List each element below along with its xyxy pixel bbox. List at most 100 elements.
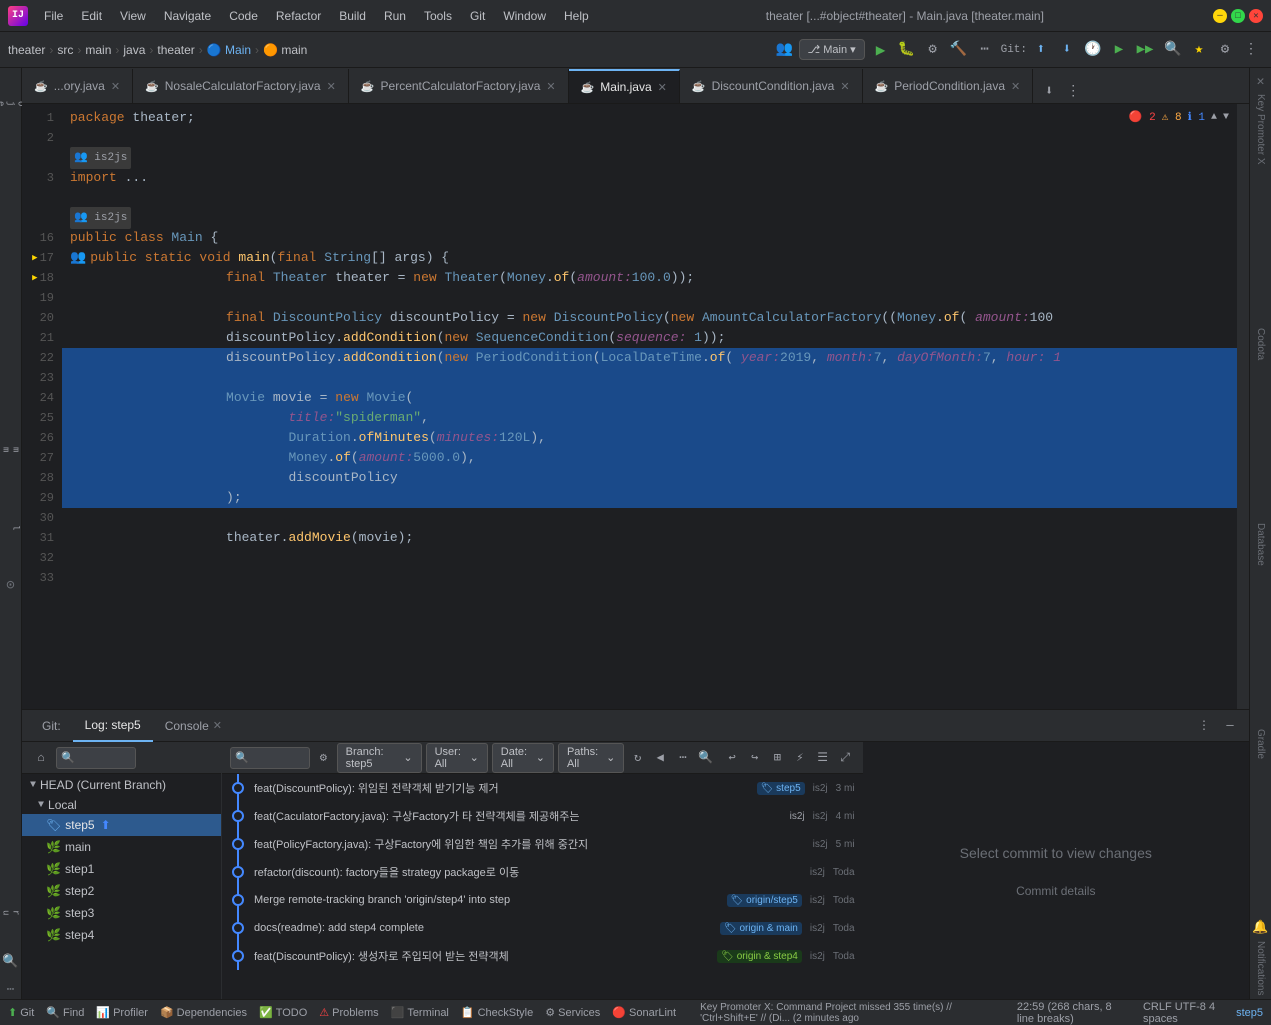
- menu-refactor[interactable]: Refactor: [268, 6, 329, 26]
- run-icon[interactable]: ▶: [869, 38, 893, 62]
- branch-step1[interactable]: 🌿 step1: [22, 858, 221, 880]
- commit-row-1[interactable]: feat(CaculatorFactory.java): 구상Factory가 …: [222, 802, 863, 830]
- user-filter[interactable]: User: All ⌄: [426, 743, 488, 773]
- console-close[interactable]: ✕: [213, 719, 222, 732]
- bottom-tab-log[interactable]: Log: step5: [73, 710, 153, 742]
- build-icon[interactable]: 🔨: [947, 38, 971, 62]
- tab-close-nosale[interactable]: ✕: [327, 80, 336, 93]
- breadcrumb-java[interactable]: java: [123, 43, 145, 57]
- keypromoter-close[interactable]: ✕: [1252, 72, 1270, 90]
- status-profiler[interactable]: 📊 Profiler: [96, 1006, 148, 1019]
- debug-icon[interactable]: 🐛: [895, 38, 919, 62]
- bottom-minimize-btn[interactable]: ─: [1219, 715, 1241, 737]
- status-cursor[interactable]: 22:59 (268 chars, 8 line breaks): [1017, 1001, 1131, 1025]
- git-search-input[interactable]: [56, 747, 136, 769]
- code-content[interactable]: 🔴 2 ⚠ 8 ℹ 1 ▲ ▼ package theater; �: [62, 104, 1237, 709]
- users-icon[interactable]: 👥: [773, 38, 797, 62]
- redo-btn[interactable]: ↪: [745, 747, 764, 769]
- branch-filter[interactable]: Branch: step5 ⌄: [337, 743, 422, 773]
- notifications-label[interactable]: Notifications: [1253, 937, 1268, 999]
- status-git[interactable]: ⬆ Git: [8, 1006, 34, 1019]
- menu-run[interactable]: Run: [376, 6, 414, 26]
- tab-main[interactable]: ☕ Main.java ✕: [569, 69, 680, 103]
- bookmark-icon[interactable]: ★: [1187, 38, 1211, 62]
- close-button[interactable]: ✕: [1249, 9, 1263, 23]
- scroll-down-btn[interactable]: ▼: [1223, 108, 1229, 128]
- status-sonar[interactable]: 🔴 SonarLint: [612, 1006, 676, 1019]
- keypromoter-label[interactable]: Key Promoter X: [1253, 90, 1268, 169]
- tab-scroll-down[interactable]: ⬇: [1037, 79, 1061, 103]
- head-branch-item[interactable]: ▼ HEAD (Current Branch): [22, 774, 221, 796]
- minimize-button[interactable]: ─: [1213, 9, 1227, 23]
- database-label[interactable]: Database: [1253, 519, 1268, 570]
- breadcrumb-theater[interactable]: theater: [8, 43, 45, 57]
- tab-close-period[interactable]: ✕: [1011, 80, 1020, 93]
- status-find[interactable]: 🔍 Find: [46, 1006, 84, 1019]
- git-options-btn[interactable]: ⚙: [314, 747, 333, 769]
- sidebar-search-icon[interactable]: 🔍: [1, 951, 21, 971]
- git-forward-icon[interactable]: ▶: [1107, 38, 1131, 62]
- menu-navigate[interactable]: Navigate: [156, 6, 219, 26]
- menu-window[interactable]: Window: [495, 6, 554, 26]
- refresh-btn[interactable]: ↻: [628, 747, 647, 769]
- commit-row-2[interactable]: feat(PolicyFactory.java): 구상Factory에 위임한…: [222, 830, 863, 858]
- git-next-icon[interactable]: ▶▶: [1133, 38, 1157, 62]
- tab-ory[interactable]: ☕ ...ory.java ✕: [22, 69, 133, 103]
- search-icon[interactable]: 🔍: [1161, 38, 1185, 62]
- breadcrumb-main[interactable]: main: [85, 43, 111, 57]
- commit-row-0[interactable]: feat(DiscountPolicy): 위임된 전략객체 받기기능 제거 🏷…: [222, 774, 863, 802]
- run-config-icon[interactable]: ⚙: [921, 38, 945, 62]
- undo-btn[interactable]: ↩: [723, 747, 742, 769]
- local-branch-item[interactable]: ▼ Local: [22, 796, 221, 814]
- menu-git[interactable]: Git: [462, 6, 493, 26]
- branch-main[interactable]: 🌿 main: [22, 836, 221, 858]
- paths-filter[interactable]: Paths: All ⌄: [558, 743, 624, 773]
- more-options-btn[interactable]: ⋯: [674, 747, 693, 769]
- sidebar-more-icon[interactable]: ⋯: [1, 979, 21, 999]
- scroll-up-btn[interactable]: ▲: [1211, 108, 1217, 128]
- branch-step4[interactable]: 🌿 step4: [22, 924, 221, 946]
- status-problems[interactable]: ⚠ Problems: [319, 1006, 378, 1019]
- sidebar-github-icon[interactable]: ⊙: [1, 576, 21, 596]
- tab-discount[interactable]: ☕ DiscountCondition.java ✕: [680, 69, 863, 103]
- codota-label[interactable]: Codota: [1253, 324, 1268, 364]
- git-home-btn[interactable]: ⌂: [30, 747, 52, 769]
- commit-row-5[interactable]: docs(readme): add step4 complete 🏷 origi…: [222, 914, 863, 942]
- status-todo[interactable]: ✅ TODO: [259, 1006, 307, 1019]
- status-services[interactable]: ⚙ Services: [545, 1006, 600, 1019]
- group-btn[interactable]: ☰: [813, 747, 832, 769]
- status-branch[interactable]: step5: [1236, 1007, 1263, 1019]
- bottom-more-btn[interactable]: ⋮: [1193, 715, 1215, 737]
- tab-close-ory[interactable]: ✕: [111, 80, 120, 93]
- search-commits-btn[interactable]: 🔍: [696, 747, 715, 769]
- code-editor[interactable]: 1 2 . 3 . . 16 ▶17 ▶18 19 20 21: [22, 104, 1249, 709]
- branch-step5[interactable]: 🏷 step5 ⬆: [22, 814, 221, 836]
- breadcrumb-mainmethod[interactable]: 🟠 main: [263, 43, 307, 57]
- tab-more[interactable]: ⋮: [1061, 79, 1085, 103]
- menu-build[interactable]: Build: [331, 6, 374, 26]
- status-encoding[interactable]: CRLF UTF-8 4 spaces: [1143, 1001, 1224, 1025]
- sidebar-commit-icon[interactable]: Commit: [0, 420, 22, 480]
- bottom-tab-git[interactable]: Git:: [30, 710, 73, 742]
- menu-code[interactable]: Code: [221, 6, 266, 26]
- branch-step2[interactable]: 🌿 step2: [22, 880, 221, 902]
- git-push-icon[interactable]: ⬆: [1029, 38, 1053, 62]
- status-deps[interactable]: 📦 Dependencies: [160, 1006, 247, 1019]
- menu-help[interactable]: Help: [556, 6, 597, 26]
- editor-scrollbar[interactable]: [1237, 104, 1249, 709]
- breadcrumb-theater2[interactable]: theater: [157, 43, 194, 57]
- gradle-label[interactable]: Gradle: [1253, 725, 1268, 763]
- sidebar-pullreq-icon[interactable]: PullReq: [0, 488, 22, 568]
- breadcrumb-src[interactable]: src: [57, 43, 73, 57]
- menu-tools[interactable]: Tools: [416, 6, 460, 26]
- git-log-search[interactable]: [230, 747, 310, 769]
- tab-period[interactable]: ☕ PeriodCondition.java ✕: [863, 69, 1034, 103]
- sidebar-project-icon[interactable]: Project: [0, 72, 22, 132]
- expand-btn[interactable]: ⤢: [836, 747, 855, 769]
- menu-view[interactable]: View: [112, 6, 154, 26]
- commit-row-4[interactable]: Merge remote-tracking branch 'origin/ste…: [222, 886, 863, 914]
- tab-nosale[interactable]: ☕ NosaleCalculatorFactory.java ✕: [133, 69, 349, 103]
- sidebar-structure-icon[interactable]: Struct: [0, 883, 22, 943]
- prev-btn[interactable]: ◀: [651, 747, 670, 769]
- maximize-button[interactable]: □: [1231, 9, 1245, 23]
